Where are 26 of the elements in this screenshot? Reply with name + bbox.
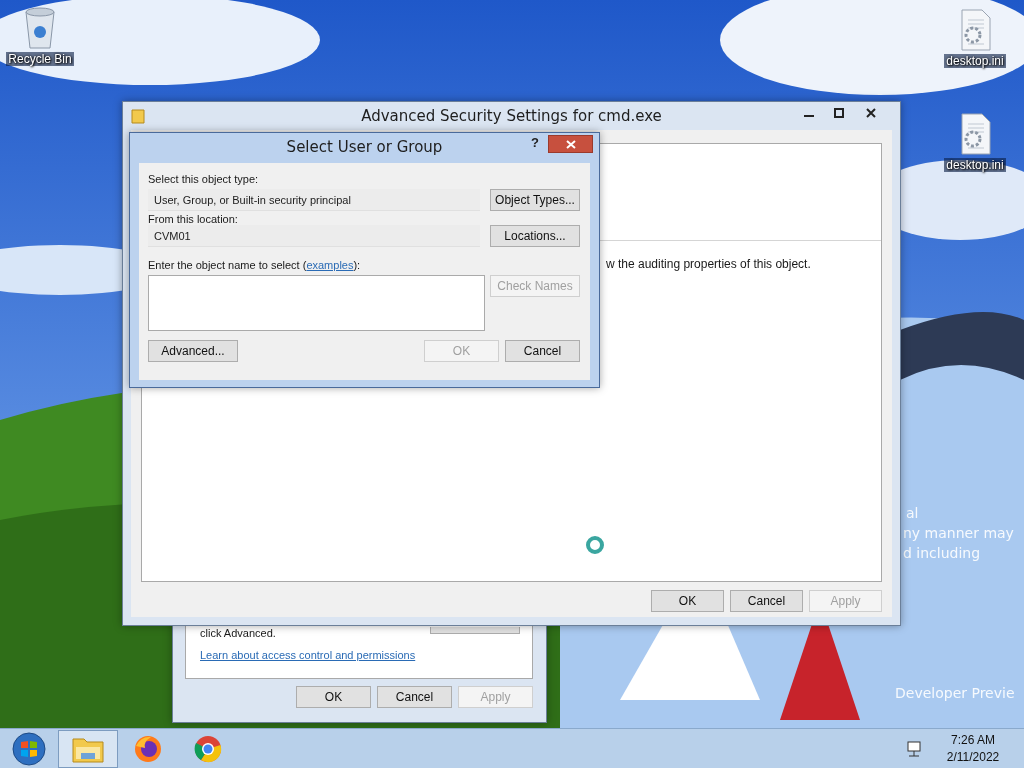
description-text: w the auditing properties of this object. — [606, 257, 811, 271]
dialog-button[interactable]: OK — [651, 590, 724, 612]
dialog-button[interactable]: Advanced... — [148, 340, 238, 362]
examples-link[interactable]: examples — [306, 259, 354, 271]
help-button[interactable]: ? — [531, 135, 539, 150]
dialog-button[interactable]: Cancel — [730, 590, 803, 612]
instruction-text: click Advanced. — [200, 627, 276, 639]
object-type-field: User, Group, or Built-in security principal — [148, 189, 480, 211]
desktop-notice-text: Developer Previe — [895, 685, 1015, 701]
location-field: CVM01 — [148, 225, 480, 247]
desktop-notice-text: d including — [903, 545, 981, 561]
clock[interactable]: 7:26 AM 2/11/2022 — [936, 731, 1010, 766]
field-label: Select this object type: — [148, 173, 260, 185]
dialog-button[interactable]: Object Types... — [490, 189, 580, 211]
field-label: Enter the object name to select (examples): — [148, 259, 362, 271]
dialog-title: Select User or Group — [285, 138, 444, 156]
dialog-button[interactable]: Locations... — [490, 225, 580, 247]
dialog-button[interactable]: OK — [296, 686, 371, 708]
desktop-icon-label[interactable]: Recycle Bin — [6, 52, 74, 66]
desktop-notice-text: ny manner may — [903, 525, 1014, 541]
dialog-button[interactable]: Cancel — [377, 686, 452, 708]
help-link[interactable]: Learn about access control and permissions — [200, 649, 416, 661]
field-label: From this location: — [148, 213, 239, 225]
desktop-notice-text: al — [906, 505, 919, 521]
window-title: Advanced Security Settings for cmd.exe — [360, 107, 663, 125]
dialog-button[interactable]: Cancel — [505, 340, 580, 362]
